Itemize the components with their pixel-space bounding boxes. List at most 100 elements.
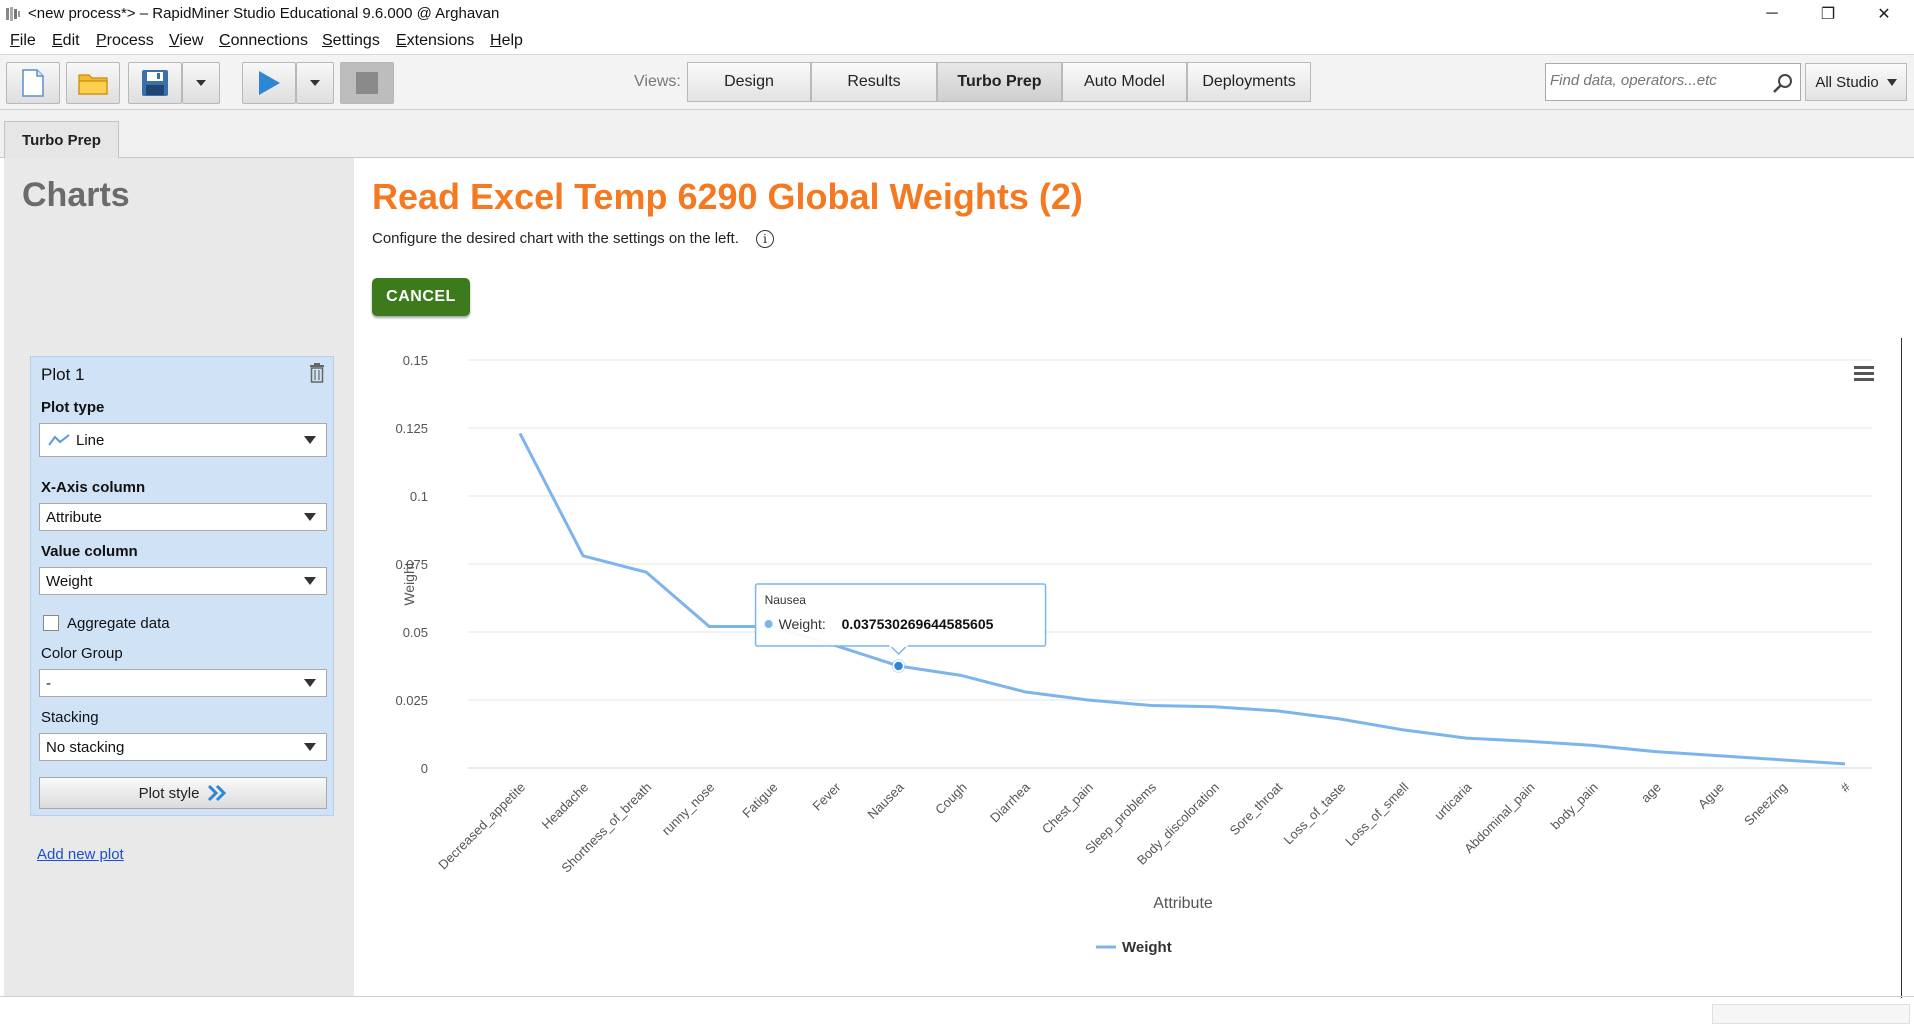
x-tick-label: Loss_of_taste	[1281, 780, 1349, 848]
restore-button[interactable]: ❐	[1800, 0, 1856, 28]
page-title: Read Excel Temp 6290 Global Weights (2)	[372, 176, 1083, 217]
open-process-button[interactable]	[66, 62, 120, 104]
menu-bar: File Edit Process View Connections Setti…	[0, 28, 1914, 54]
y-tick-label: 0.1	[410, 489, 428, 504]
color-group-label: Color Group	[41, 645, 123, 662]
menu-file[interactable]: File	[10, 32, 36, 50]
x-tick-label: Decreased_appetite	[435, 780, 528, 873]
weight-line-chart: 00.0250.050.0750.10.1250.15 Decreased_ap…	[395, 353, 1874, 956]
title-bar: <new process*> – RapidMiner Studio Educa…	[0, 0, 1914, 28]
cancel-button[interactable]: CANCEL	[372, 278, 470, 316]
plot-style-label: Plot style	[138, 784, 200, 802]
x-tick-label: Nausea	[864, 779, 907, 822]
close-button[interactable]: ✕	[1856, 0, 1912, 28]
chevron-down-icon	[304, 577, 316, 585]
x-axis-column-select[interactable]: Attribute	[39, 503, 327, 531]
y-tick-label: 0.025	[395, 693, 428, 708]
global-search-input[interactable]	[1550, 72, 1768, 89]
series-line-weight[interactable]	[518, 432, 1846, 766]
minimize-button[interactable]: ─	[1744, 0, 1800, 28]
new-document-icon	[22, 69, 44, 97]
views-label: Views:	[634, 73, 681, 90]
save-options-dropdown[interactable]	[182, 62, 220, 104]
search-icon[interactable]	[1772, 72, 1794, 94]
tooltip-series-name: Weight:	[779, 616, 826, 632]
tooltip-series-dot	[764, 620, 773, 628]
x-tick-label: Headache	[539, 780, 592, 833]
chevron-down-icon	[304, 679, 316, 687]
view-design-button[interactable]: Design	[687, 62, 811, 102]
view-auto-model-button[interactable]: Auto Model	[1062, 62, 1187, 102]
color-group-value: -	[46, 674, 51, 692]
menu-settings[interactable]: Settings	[322, 32, 380, 50]
line-chart-icon	[48, 434, 70, 446]
view-deployments-button[interactable]: Deployments	[1187, 62, 1311, 102]
x-axis-ticks: Decreased_appetite HeadacheShortness_of_b…	[435, 779, 1853, 875]
charts-settings-panel: Charts Plot 1 Plot type Line X-Axis colu…	[4, 158, 354, 996]
status-bar-field	[1712, 1004, 1910, 1024]
info-icon[interactable]: i	[756, 230, 774, 248]
aggregate-data-label: Aggregate data	[67, 615, 170, 632]
toolbar: Views: Design Results Turbo Prep Auto Mo…	[0, 54, 1914, 110]
value-column-value: Weight	[46, 572, 93, 590]
search-scope-dropdown[interactable]: All Studio	[1805, 63, 1907, 101]
status-divider	[0, 996, 1914, 997]
tab-strip: Turbo Prep	[0, 110, 1914, 159]
save-process-button[interactable]	[128, 62, 182, 104]
menu-view[interactable]: View	[169, 32, 203, 50]
stacking-label: Stacking	[41, 709, 99, 726]
stop-icon	[356, 72, 378, 94]
menu-help[interactable]: Help	[490, 32, 523, 50]
play-icon	[259, 71, 280, 95]
tooltip-category: Nausea	[765, 593, 807, 607]
tooltip-value: 0.037530269644585605	[842, 616, 994, 632]
plot-style-button[interactable]: Plot style	[39, 777, 327, 809]
y-tick-label: 0.15	[403, 353, 428, 368]
run-process-button[interactable]	[242, 62, 296, 104]
chart-legend[interactable]: Weight	[1096, 939, 1172, 956]
x-tick-label: Sneezing	[1741, 780, 1790, 829]
x-tick-label: Chest_pain	[1039, 780, 1096, 837]
rapidminer-logo-icon	[6, 7, 20, 21]
chevron-down-icon	[304, 436, 316, 444]
menu-extensions[interactable]: Extensions	[396, 32, 474, 50]
chevron-down-icon	[304, 513, 316, 521]
plot-type-select[interactable]: Line	[39, 423, 327, 457]
x-axis-label: Attribute	[1153, 895, 1213, 912]
x-tick-label: Loss_of_smell	[1342, 779, 1411, 848]
menu-edit[interactable]: Edit	[52, 32, 80, 50]
tab-turbo-prep[interactable]: Turbo Prep	[4, 121, 119, 159]
menu-connections[interactable]: Connections	[219, 32, 308, 50]
value-column-select[interactable]: Weight	[39, 567, 327, 595]
window-title: <new process*> – RapidMiner Studio Educa…	[28, 5, 500, 22]
menu-process[interactable]: Process	[96, 32, 154, 50]
run-options-dropdown[interactable]	[296, 62, 334, 104]
color-group-select[interactable]: -	[39, 669, 327, 697]
aggregate-data-checkbox[interactable]	[43, 615, 59, 631]
x-tick-label: #	[1837, 779, 1853, 795]
chart-tooltip: Nausea Weight: 0.037530269644585605	[754, 583, 1047, 656]
plot-type-value: Line	[76, 431, 105, 449]
x-tick-label: Fever	[809, 779, 844, 814]
folder-icon	[78, 74, 108, 95]
chevron-down-icon	[1886, 78, 1897, 86]
y-tick-label: 0	[421, 761, 428, 776]
view-results-button[interactable]: Results	[811, 62, 937, 102]
new-process-button[interactable]	[6, 62, 60, 104]
chart-menu-icon[interactable]	[1854, 366, 1874, 381]
stop-process-button[interactable]	[340, 62, 394, 104]
chevron-down-icon	[304, 743, 316, 751]
trash-icon[interactable]	[309, 363, 325, 383]
view-turbo-prep-button[interactable]: Turbo Prep	[937, 62, 1062, 102]
y-axis-label: Weight	[401, 562, 417, 605]
double-chevron-right-icon	[208, 784, 227, 802]
tooltip-pointer-mask	[889, 644, 908, 647]
global-search-box	[1545, 63, 1801, 101]
y-tick-label: 0.05	[403, 625, 428, 640]
x-tick-label: Ague	[1695, 780, 1727, 812]
stacking-select[interactable]: No stacking	[39, 733, 327, 761]
x-tick-label: urticaria	[1431, 779, 1475, 823]
add-new-plot-link[interactable]: Add new plot	[37, 846, 124, 863]
hovered-point[interactable]	[892, 660, 905, 672]
x-tick-label: Fatigue	[739, 780, 780, 821]
